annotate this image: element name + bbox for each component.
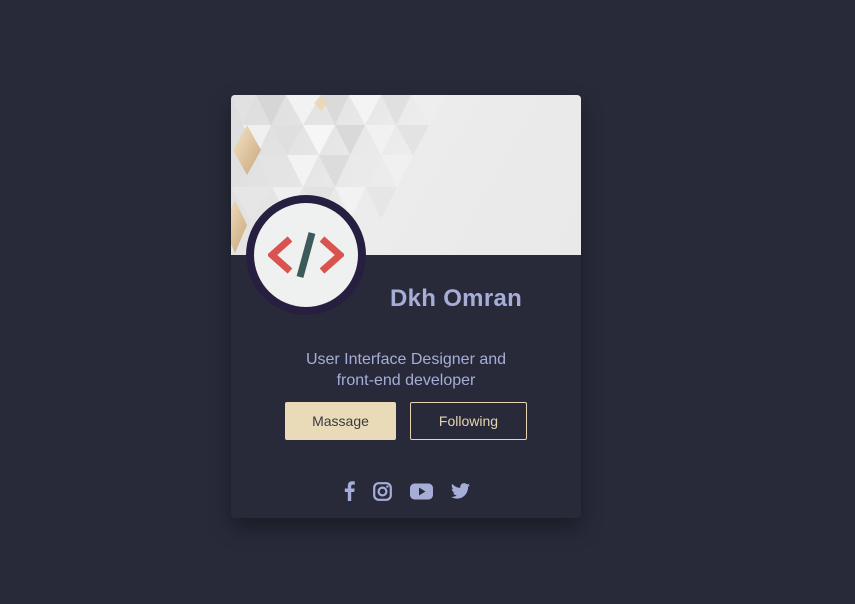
bio-line: User Interface Designer and <box>305 351 507 368</box>
avatar-image <box>254 203 358 307</box>
youtube-icon[interactable] <box>409 480 433 502</box>
facebook-icon[interactable] <box>342 480 356 502</box>
following-button[interactable]: Following <box>410 402 527 440</box>
message-button[interactable]: Massage <box>285 402 396 440</box>
profile-bio: User Interface Designer and front-end de… <box>231 349 581 391</box>
profile-name: Dkh Omran <box>390 285 523 312</box>
instagram-icon[interactable] <box>372 480 392 502</box>
social-links <box>231 480 581 502</box>
twitter-icon[interactable] <box>450 480 470 502</box>
profile-card: Dkh Omran User Interface Designer and fr… <box>231 95 581 518</box>
avatar[interactable] <box>246 195 366 315</box>
code-brackets-icon <box>268 232 344 278</box>
bio-line: front-end developer <box>336 372 476 389</box>
